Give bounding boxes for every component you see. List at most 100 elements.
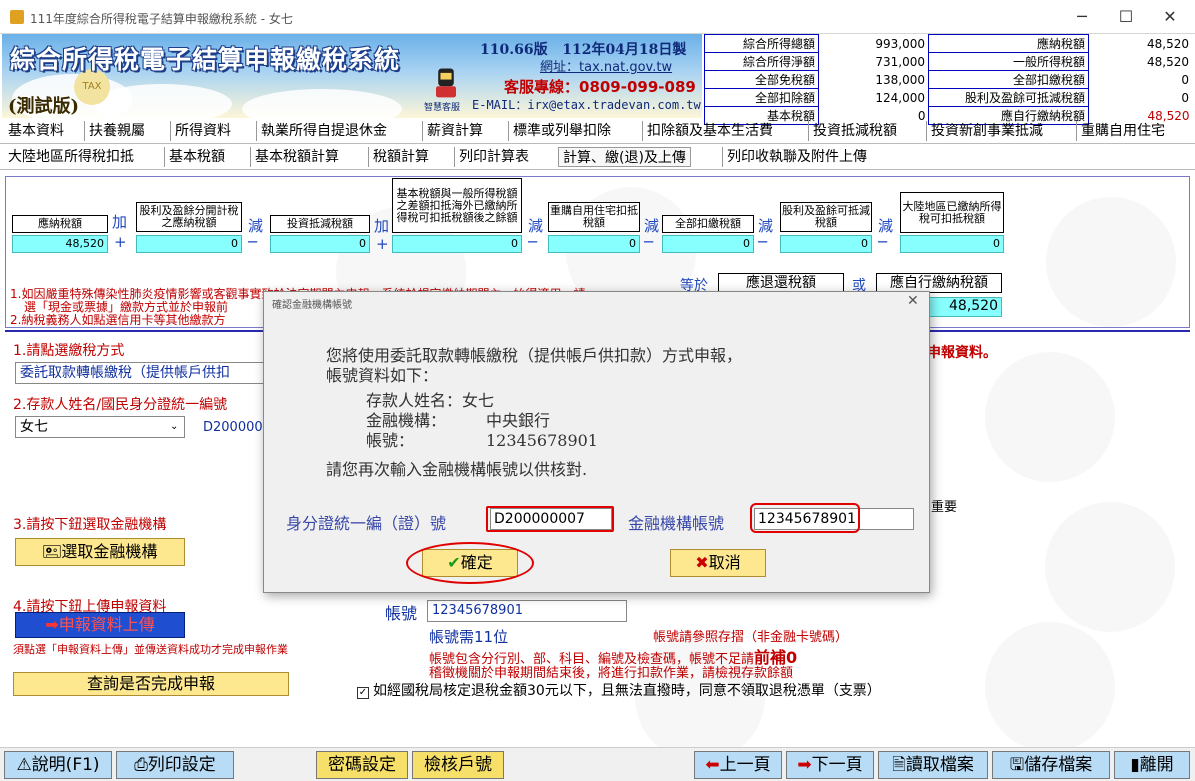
x-icon: ✖ [695, 553, 709, 572]
email-label: E-MAIL：irx@etax.tradevan.com.tw [472, 98, 701, 112]
calc-value-rebuy-credit: 0 [548, 235, 640, 253]
table-row: 一般所得稅額 48,520 [928, 52, 1193, 71]
smart-service-icon[interactable] [426, 64, 466, 104]
save-file-button[interactable]: 🖫儲存檔案 [992, 751, 1110, 779]
table-row: 全部扣除額 124,000 [704, 88, 929, 107]
chevron-down-icon: ⌄ [170, 421, 179, 432]
op-plus-sym: + [114, 233, 127, 251]
menu-item-basic-data[interactable]: 基本資料 [4, 121, 68, 141]
next-page-button[interactable]: ➡下一頁 [786, 751, 874, 779]
confirm-account-dialog: 確認金融機構帳號 ✕ 您將使用委託取款轉帳繳稅（提供帳戶供扣款）方式申報， 帳號… [263, 291, 930, 593]
menu-item-mainland-credit[interactable]: 大陸地區所得稅扣抵 [4, 147, 138, 167]
open-file-icon: 🗎 [892, 755, 906, 775]
upload-button[interactable]: ➡申報資料上傳 [15, 612, 185, 638]
account-hint: 帳號請參照存摺（非金融卡號碼） [653, 630, 849, 645]
menu-item-income[interactable]: 所得資料 [170, 121, 235, 141]
table-row: 綜合所得總額 993,000 [704, 34, 929, 53]
menu-item-pension[interactable]: 執業所得自提退休金 [256, 121, 391, 141]
banner: TAX 綜合所得稅電子結算申報繳稅系統 (測試版) 110.66版 112年04… [2, 34, 702, 118]
printer-icon: ⎙ [134, 755, 148, 775]
op-minus-sym: ─ [248, 233, 258, 251]
help-button[interactable]: ⚠說明(F1) [4, 751, 112, 779]
system-name: 綜合所得稅電子結算申報繳稅系統 [10, 45, 401, 74]
account-label: 帳號 [385, 604, 418, 623]
account-note-2: 稽徵機關於申報期間結束後，將進行扣款作業，請檢視存款餘額 [429, 666, 794, 681]
calc-label-dividend-tax: 股利及盈餘分開計稅之應納稅額 [136, 202, 242, 232]
op-minus-sym: ─ [528, 233, 538, 251]
menu-bar-2: 大陸地區所得稅扣抵 基本稅額 基本稅額計算 稅額計算 列印計算表 計算、繳(退)… [0, 144, 1195, 170]
depositor-id-value: D200000 [203, 420, 263, 435]
menu-item-basic-tax-calc[interactable]: 基本稅額計算 [250, 147, 343, 167]
calc-label-tax-payable: 應納稅額 [12, 215, 108, 233]
help-icon: ⚠ [16, 755, 32, 775]
check-id-button[interactable]: 檢核戶號 [412, 751, 504, 779]
op-minus-sym: ─ [758, 233, 768, 251]
depositor-name-select[interactable]: 女七 ⌄ [15, 416, 185, 438]
op-minus-sym: ─ [644, 233, 654, 251]
summary-right-table: 應納稅額 48,520 一般所得稅額 48,520 全部扣繳稅額 0 股利及盈餘可抵減… [928, 34, 1193, 125]
menu-item-tax-calc[interactable]: 稅額計算 [368, 147, 433, 167]
menu-item-basic-living[interactable]: 扣除額及基本生活費 [642, 121, 777, 141]
print-setup-button[interactable]: ⎙列印設定 [116, 751, 234, 779]
bank-icon: 🖭 [42, 542, 62, 561]
refund-check-row: ✓ 如經國稅局核定退稅金額30元以下，且無法直撥時，同意不領取退稅憑單（支票） [357, 683, 881, 699]
menu-item-print-calc[interactable]: 列印計算表 [454, 147, 533, 167]
payment-method-select[interactable]: 委託取款轉帳繳稅（提供帳戶供扣 [15, 362, 275, 384]
upload-note: 須點選「申報資料上傳」並傳送資料成功才完成申報作業 [13, 643, 288, 656]
menu-item-dependents[interactable]: 扶養親屬 [84, 121, 149, 141]
select-bank-button[interactable]: 🖭選取金融機構 [15, 538, 185, 566]
calc-value-mainland-credit: 0 [900, 235, 1004, 253]
dialog-close-icon[interactable]: ✕ [907, 293, 919, 309]
table-row: 全部扣繳稅額 0 [928, 70, 1193, 89]
door-icon: ▮ [1130, 755, 1140, 775]
dialog-line-2: 帳號資料如下： [326, 366, 439, 385]
query-complete-button[interactable]: 查詢是否完成申報 [13, 672, 289, 696]
acct-field-label: 金融機構帳號 [628, 514, 725, 533]
calc-label-dividend-credit: 股利及盈餘可抵減稅額 [780, 202, 872, 232]
close-button[interactable]: ✕ [1150, 6, 1190, 28]
menu-item-print-receipt[interactable]: 列印收執聯及附件上傳 [722, 147, 871, 167]
refund-checkbox[interactable]: ✓ [357, 687, 369, 699]
calc-value-withholding: 0 [662, 235, 754, 253]
prev-page-button[interactable]: ⬅上一頁 [694, 751, 782, 779]
table-row: 應納稅額 48,520 [928, 34, 1193, 53]
note-line-2: 2.納稅義務人如點選信用卡等其他繳款方 [10, 313, 226, 327]
exit-button[interactable]: ▮離開 [1114, 751, 1190, 779]
title-bar: 111年度綜合所得稅電子結算申報繳稅系統 - 女七 ─ ☐ ✕ [0, 0, 1195, 34]
menu-item-salary-calc[interactable]: 薪資計算 [422, 121, 487, 141]
refund-label: 應退還稅額 [718, 273, 844, 293]
bottom-toolbar: ⚠說明(F1) ⎙列印設定 密碼設定 檢核戶號 ⬅上一頁 ➡下一頁 🗎讀取檔案 … [0, 747, 1195, 781]
minimize-button[interactable]: ─ [1062, 6, 1102, 28]
calc-label-withholding: 全部扣繳稅額 [662, 215, 754, 233]
right-red-note: 申報資料。 [927, 345, 997, 361]
window-title: 111年度綜合所得稅電子結算申報繳稅系統 - 女七 [30, 12, 293, 26]
website-link[interactable]: 網址：tax.nat.gov.tw [540, 56, 672, 75]
menu-item-pay-upload[interactable]: 計算、繳(退)及上傳 [558, 147, 691, 167]
cancel-button[interactable]: ✖取消 [670, 549, 766, 577]
menu-item-deduction[interactable]: 標準或列舉扣除 [508, 121, 615, 141]
calc-value-dividend-tax: 0 [136, 235, 242, 253]
calc-label-basic-tax-diff: 基本稅額與一般所得稅額之差額扣抵海外已繳納所得稅可扣抵稅額後之餘額 [392, 178, 522, 233]
op-plus: 加 [374, 217, 390, 235]
password-button[interactable]: 密碼設定 [316, 751, 408, 779]
calc-value-basic-tax-diff: 0 [392, 235, 522, 253]
read-file-button[interactable]: 🗎讀取檔案 [878, 751, 988, 779]
arrow-left-icon: ⬅ [705, 755, 720, 775]
maximize-button[interactable]: ☐ [1106, 6, 1146, 28]
menu-item-startup-credit[interactable]: 投資新創事業抵減 [926, 121, 1047, 141]
acct-field-highlight [750, 503, 860, 533]
dialog-acct-row: 帳號： 12345678901 [366, 431, 598, 450]
ok-button-highlight [406, 542, 534, 584]
account-input[interactable]: 12345678901 [427, 600, 627, 622]
op-minus-sym: ─ [878, 233, 888, 251]
upload-icon: ➡ [45, 615, 59, 634]
id-field-label: 身分證統一編（證）號 [286, 514, 447, 533]
app-icon [10, 10, 24, 24]
menu-bar-1: 基本資料 扶養親屬 所得資料 執業所得自提退休金 薪資計算 標準或列舉扣除 扣除… [0, 118, 1195, 144]
menu-item-investment-credit[interactable]: 投資抵減稅額 [808, 121, 901, 141]
step1-label: 1.請點選繳稅方式 [13, 343, 125, 359]
menu-item-basic-tax[interactable]: 基本稅額 [164, 147, 229, 167]
summary-left-table: 綜合所得總額 993,000 綜合所得淨額 731,000 全部免稅額 138,000… [704, 34, 929, 125]
menu-item-rebuy-home[interactable]: 重購自用住宅 [1076, 121, 1169, 141]
calc-label-rebuy-credit: 重購自用住宅扣抵稅額 [548, 202, 640, 232]
